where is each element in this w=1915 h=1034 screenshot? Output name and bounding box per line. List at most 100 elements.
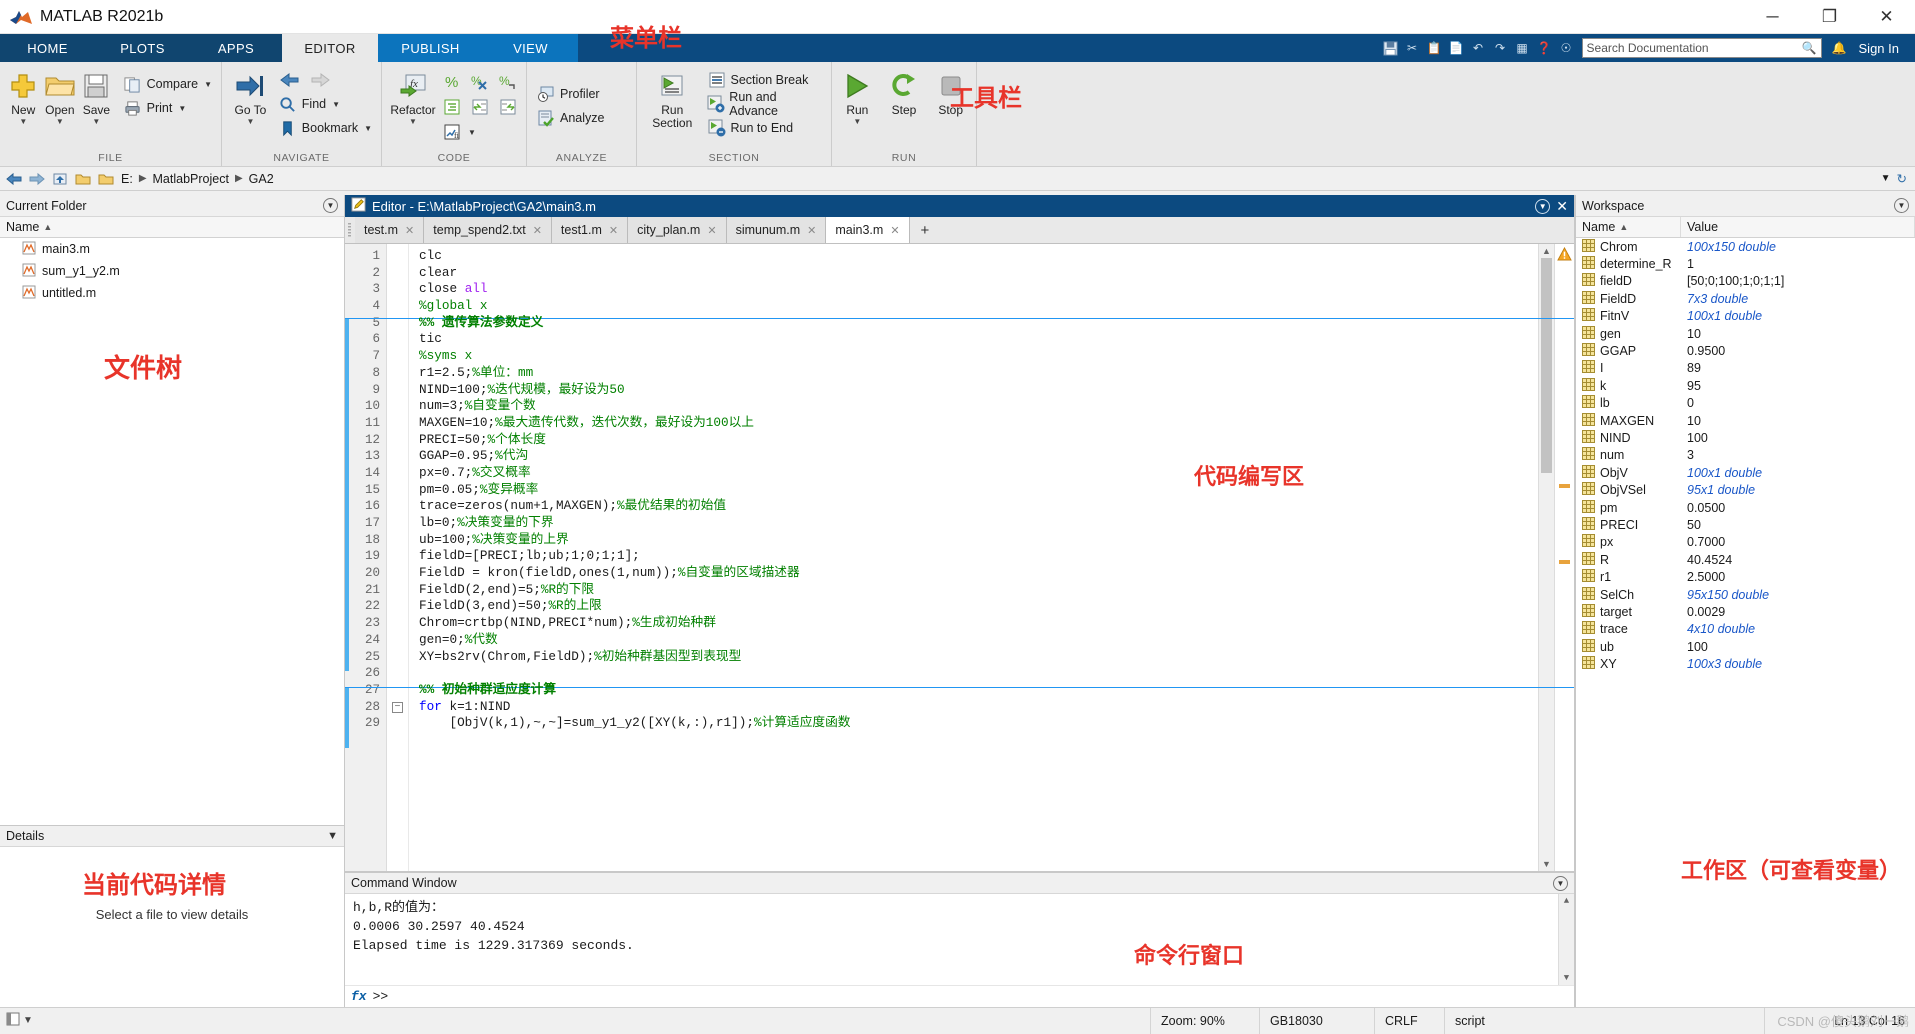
close-icon[interactable]: ✕ — [405, 224, 414, 237]
code-line[interactable]: clc — [419, 248, 1538, 265]
chevron-down-icon[interactable]: ▼ — [178, 104, 186, 113]
workspace-variable-list[interactable]: Chrom 100x150 double determine_R 1 fieldD [50… — [1576, 238, 1915, 1007]
editor-options-icon[interactable]: ▼ — [1535, 198, 1551, 214]
fx-icon[interactable]: fx — [351, 989, 367, 1004]
editor-tab-simunum-m[interactable]: simunum.m ✕ — [726, 217, 827, 243]
scroll-thumb[interactable] — [1541, 258, 1552, 473]
editor-close-icon[interactable]: ✕ — [1556, 198, 1568, 215]
chevron-down-icon[interactable]: ▼ — [332, 100, 340, 109]
section-break-button[interactable]: Section Break — [704, 68, 825, 92]
tab-apps[interactable]: APPS — [190, 34, 282, 62]
refresh-icon[interactable]: ↻ — [1897, 171, 1907, 186]
code-line[interactable]: FieldD(2,end)=5;%R的下限 — [419, 582, 1538, 599]
close-icon[interactable]: ✕ — [609, 224, 618, 237]
minimize-button[interactable]: ─ — [1744, 0, 1801, 34]
command-prompt-row[interactable]: fx >> — [345, 985, 1574, 1007]
code-line[interactable]: MAXGEN=10;%最大遗传代数，迭代次数，最好设为100以上 — [419, 415, 1538, 432]
breadcrumb-drive[interactable]: E: — [119, 172, 135, 186]
chevron-down-icon[interactable]: ▼ — [246, 117, 254, 126]
close-icon[interactable]: ✕ — [707, 224, 716, 237]
code-line[interactable]: px=0.7;%交叉概率 — [419, 465, 1538, 482]
scroll-up-icon[interactable]: ▲ — [1542, 244, 1551, 258]
code-text-area[interactable]: clc clear close all %global x%% 遗传算法参数定义 tic… — [409, 244, 1538, 871]
wrap-comment-icon[interactable]: % — [496, 70, 520, 94]
code-line[interactable]: %% 遗传算法参数定义 — [419, 315, 1538, 332]
details-header[interactable]: Details ▼ — [0, 825, 344, 847]
chevron-down-icon[interactable]: ▼ — [19, 117, 27, 126]
table-row[interactable]: ObjV 100x1 double — [1576, 464, 1915, 481]
table-row[interactable]: MAXGEN 10 — [1576, 412, 1915, 429]
nav-forward-icon[interactable] — [27, 169, 46, 188]
tab-editor[interactable]: EDITOR — [282, 34, 378, 62]
add-tab-button[interactable]: + — [909, 217, 941, 243]
tab-home[interactable]: HOME — [0, 34, 95, 62]
search-icon[interactable]: 🔍 — [1802, 41, 1817, 55]
go-to-button[interactable]: Go To ▼ — [228, 66, 273, 126]
smart-indent-icon[interactable] — [440, 95, 464, 119]
breadcrumb-ga2[interactable]: GA2 — [247, 172, 276, 186]
workspace-col-value[interactable]: Value — [1681, 217, 1915, 237]
analyzer-marker[interactable] — [1559, 484, 1570, 488]
sign-in-button[interactable]: Sign In — [1849, 41, 1909, 56]
code-line[interactable]: clear — [419, 265, 1538, 282]
panel-collapse-icon[interactable] — [6, 1012, 20, 1029]
uncomment-icon[interactable]: % — [468, 70, 492, 94]
nav-back-icon[interactable] — [4, 169, 23, 188]
bookmark-button[interactable]: Bookmark ▼ — [275, 116, 375, 140]
scroll-down-icon[interactable]: ▼ — [1564, 971, 1569, 985]
save-button[interactable]: Save ▼ — [79, 66, 114, 126]
fold-toggle-icon[interactable]: − — [392, 701, 403, 713]
table-row[interactable]: I 89 — [1576, 360, 1915, 377]
command-window-scrollbar[interactable]: ▲ ▼ — [1558, 894, 1574, 985]
save-icon[interactable] — [1381, 39, 1400, 58]
code-line[interactable]: Chrom=crtbp(NIND,PRECI*num);%生成初始种群 — [419, 615, 1538, 632]
copy-icon[interactable]: 📋 — [1425, 39, 1444, 58]
table-row[interactable]: r1 2.5000 — [1576, 568, 1915, 585]
close-icon[interactable]: ✕ — [890, 224, 899, 237]
scroll-up-icon[interactable]: ▲ — [1564, 894, 1569, 908]
tab-publish[interactable]: PUBLISH — [378, 34, 483, 62]
table-row[interactable]: XY 100x3 double — [1576, 655, 1915, 672]
indent-left-icon[interactable] — [496, 95, 520, 119]
code-line[interactable] — [419, 665, 1538, 682]
maximize-button[interactable]: ❐ — [1801, 0, 1858, 34]
code-line[interactable]: FieldD(3,end)=50;%R的上限 — [419, 598, 1538, 615]
panel-options-icon[interactable]: ▼ — [1894, 198, 1909, 213]
undo-icon[interactable]: ↶ — [1469, 39, 1488, 58]
command-window-output[interactable]: h,b,R的值为： 0.0006 30.2597 40.4524 Elapsed… — [345, 894, 1574, 985]
code-line[interactable]: GGAP=0.95;%代沟 — [419, 448, 1538, 465]
code-analyzer-column[interactable] — [1554, 244, 1574, 871]
table-row[interactable]: Chrom 100x150 double — [1576, 238, 1915, 255]
browse-folder-icon[interactable] — [73, 169, 92, 188]
chevron-down-icon[interactable]: ▼ — [23, 1015, 33, 1026]
search-documentation-input[interactable]: Search Documentation 🔍 — [1581, 38, 1822, 58]
redo-icon[interactable]: ↷ — [1491, 39, 1510, 58]
code-line[interactable]: fieldD=[PRECI;lb;ub;1;0;1;1]; — [419, 548, 1538, 565]
table-row[interactable]: lb 0 — [1576, 395, 1915, 412]
profiler-button[interactable]: Profiler — [533, 82, 630, 106]
table-row[interactable]: ub 100 — [1576, 638, 1915, 655]
refactor-button[interactable]: fx Refactor ▼ — [388, 66, 438, 126]
status-zoom[interactable]: Zoom: 90% — [1150, 1007, 1260, 1034]
table-row[interactable]: determine_R 1 — [1576, 255, 1915, 272]
chevron-down-icon[interactable]: ▼ — [56, 117, 64, 126]
code-line[interactable]: %global x — [419, 298, 1538, 315]
print-button[interactable]: Print ▼ — [120, 96, 215, 120]
chevron-down-icon[interactable]: ▼ — [204, 80, 212, 89]
code-line[interactable]: for k=1:NIND — [419, 699, 1538, 716]
list-item[interactable]: untitled.m — [0, 282, 344, 304]
panel-options-icon[interactable]: ▼ — [1553, 875, 1568, 891]
warning-triangle-icon[interactable] — [1557, 246, 1572, 264]
layout-icon[interactable]: ▦ — [1513, 39, 1532, 58]
compare-button[interactable]: Compare ▼ — [120, 72, 215, 96]
list-item[interactable]: main3.m — [0, 238, 344, 260]
status-file-type[interactable]: script — [1445, 1007, 1765, 1034]
nav-up-icon[interactable] — [50, 169, 69, 188]
code-line[interactable]: pm=0.05;%变异概率 — [419, 482, 1538, 499]
code-line[interactable]: ub=100;%决策变量的上界 — [419, 532, 1538, 549]
table-row[interactable]: FieldD 7x3 double — [1576, 290, 1915, 307]
code-line[interactable]: PRECI=50;%个体长度 — [419, 432, 1538, 449]
code-line[interactable]: num=3;%自变量个数 — [419, 398, 1538, 415]
table-row[interactable]: k 95 — [1576, 377, 1915, 394]
notification-bell-icon[interactable]: 🔔 — [1830, 39, 1849, 58]
